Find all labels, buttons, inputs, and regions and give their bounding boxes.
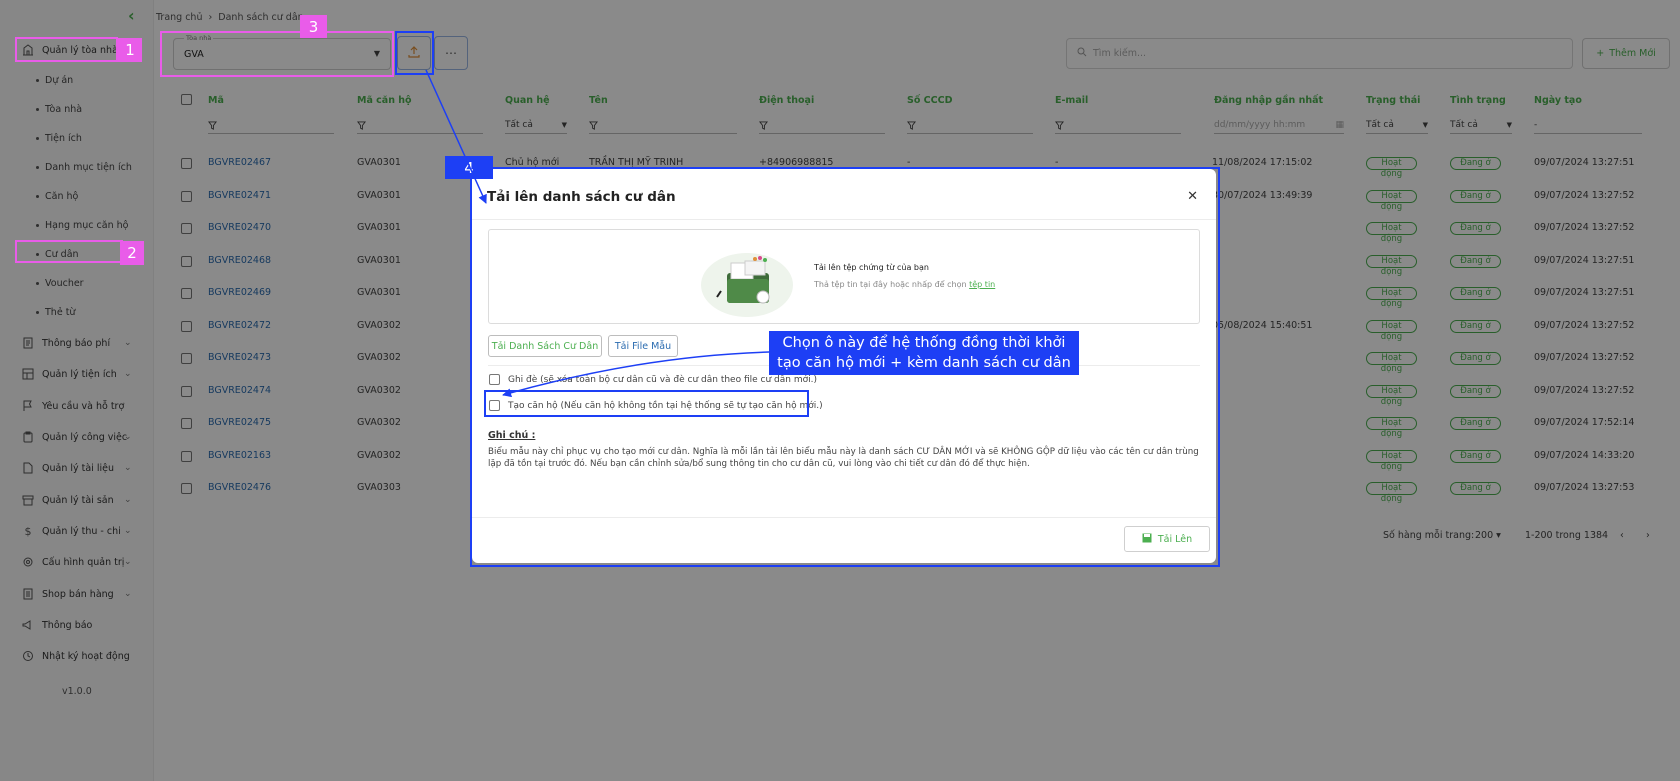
annotation-arrows — [425, 69, 770, 398]
arrow-to-modal — [425, 69, 487, 204]
arrow-to-checkbox — [502, 351, 770, 398]
